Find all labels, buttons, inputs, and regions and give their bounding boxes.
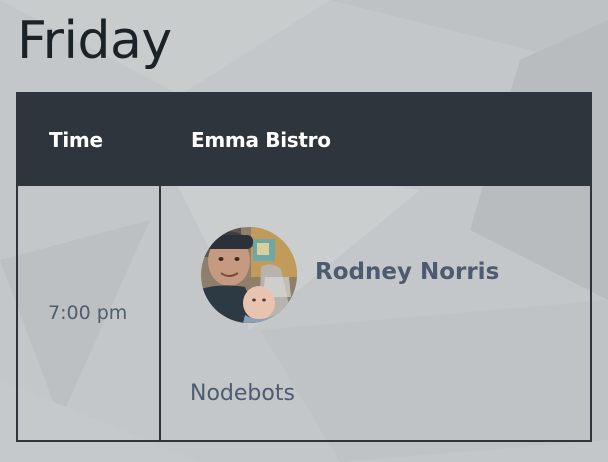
room-column-header: Emma Bistro bbox=[191, 128, 331, 152]
schedule-table: Time Emma Bistro bbox=[16, 92, 592, 442]
speaker-name-link[interactable]: Rodney Norris bbox=[315, 258, 499, 286]
column-divider bbox=[159, 186, 161, 440]
schedule-header: Time Emma Bistro bbox=[18, 94, 590, 186]
day-title: Friday bbox=[17, 11, 172, 71]
speaker-avatar[interactable] bbox=[201, 227, 297, 323]
time-column-header: Time bbox=[49, 128, 103, 152]
talk-title: Nodebots bbox=[190, 381, 295, 406]
session-time: 7:00 pm bbox=[48, 302, 128, 324]
speaker-photo bbox=[201, 227, 297, 323]
